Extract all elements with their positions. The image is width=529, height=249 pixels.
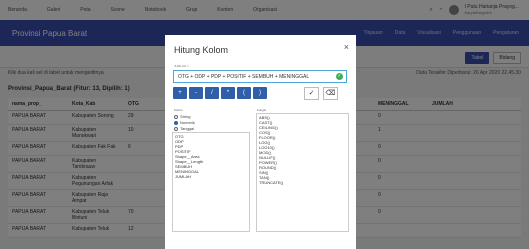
list-item[interactable]: JUMLAH [175,174,247,179]
close-icon[interactable]: × [344,42,349,52]
open-paren-button[interactable]: ( [237,87,251,99]
radio-label: Numerik [180,120,195,125]
expression-input[interactable]: OTG + ODP + PDP + POSITIF + SEMBUH + MEN… [173,70,347,83]
divide-button[interactable]: / [205,87,219,99]
radio-label: Tanggal [180,126,195,131]
functions-label: Fungsi [257,108,267,112]
radio-string[interactable]: String [174,114,195,119]
list-item[interactable]: TRUNCATE() [259,180,346,185]
radio-icon [174,126,178,131]
minus-button[interactable]: - [189,87,203,99]
dialog-title: Hitung Kolom [174,45,229,55]
function-list[interactable]: ABS() CAST() CEILING() COS() FLOOR() LOG… [256,113,349,232]
target-field-label: JUMLAH = [174,64,189,68]
radio-numerik[interactable]: Numerik [174,120,195,125]
radio-tanggal[interactable]: Tanggal [174,126,195,131]
validate-check-icon[interactable]: ✓ [304,87,319,100]
multiply-button[interactable]: * [221,87,235,99]
valid-check-icon: ✓ [336,73,343,80]
columns-label: Kolom [174,108,183,112]
eraser-icon[interactable]: ⌫ [323,87,338,100]
expression-text: OTG + ODP + PDP + POSITIF + SEMBUH + MEN… [178,74,310,80]
operator-buttons: + - / * ( ) [173,87,267,99]
close-paren-button[interactable]: ) [253,87,267,99]
column-list[interactable]: OTG ODP PDP POSITIF Shape__Area Shape__L… [172,132,250,232]
plus-button[interactable]: + [173,87,187,99]
field-type-filter: String Numerik Tanggal [174,114,195,132]
calculate-field-dialog: Hitung Kolom × JUMLAH = OTG + ODP + PDP … [165,35,356,249]
radio-selected-icon [174,120,178,125]
radio-label: String [180,114,191,119]
radio-icon [174,114,178,119]
